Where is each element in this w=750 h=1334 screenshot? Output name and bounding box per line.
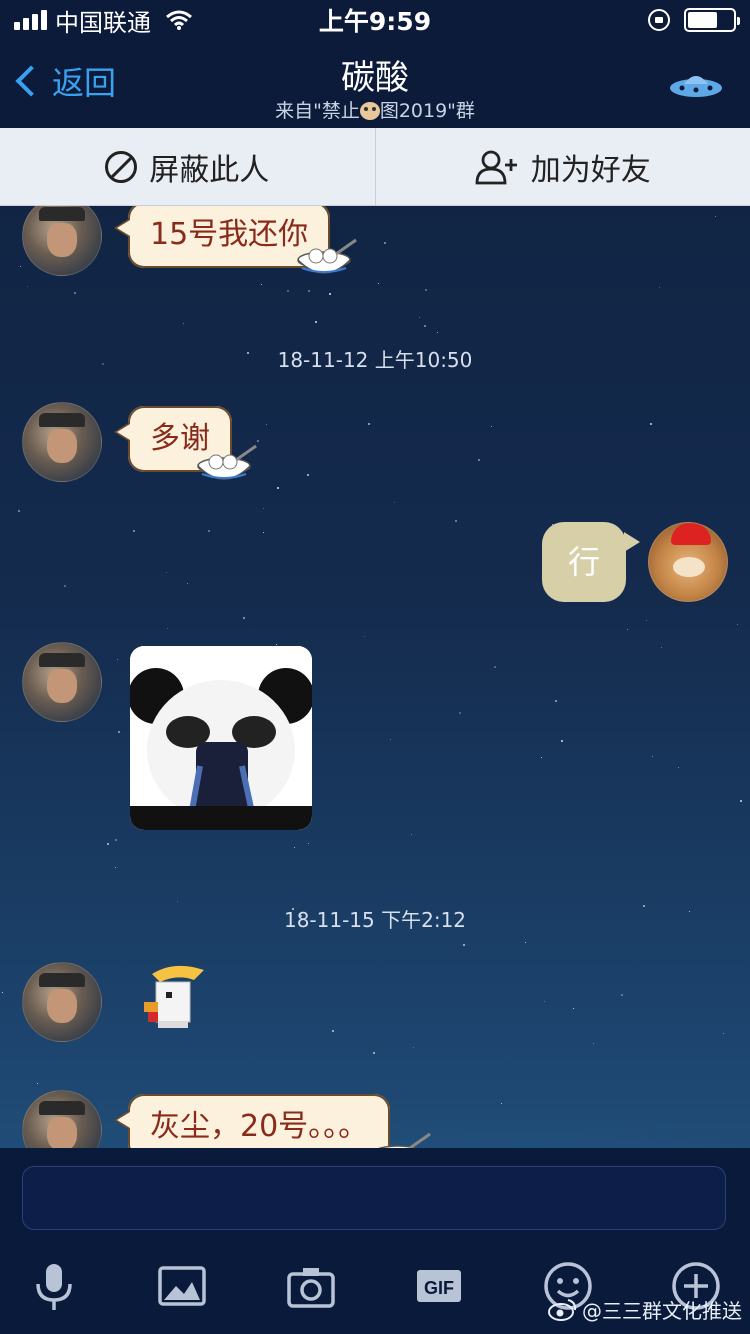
watermark-text: @三三群文化推送 [582, 1299, 742, 1323]
input-area: GIF @三三群文化推送 [0, 1148, 750, 1334]
message-bubble[interactable]: 灰尘，20号。。。 [113, 1094, 391, 1148]
watermark: @三三群文化推送 [548, 1295, 742, 1324]
chat-subtitle: 来自"禁止 图2019"群 [0, 96, 750, 123]
add-friend-label: 加为好友 [530, 152, 651, 188]
svg-text:GIF: GIF [424, 1278, 454, 1298]
panda-face-icon [130, 646, 312, 830]
block-user-button[interactable]: 屏蔽此人 [0, 128, 375, 205]
subtitle-suffix: 图2019"群 [379, 100, 475, 122]
action-bar: 屏蔽此人 加为好友 [0, 128, 750, 206]
camera-icon[interactable] [283, 1258, 339, 1314]
add-friend-button[interactable]: 加为好友 [374, 128, 750, 205]
rotation-lock-icon [648, 9, 670, 31]
panda-sticker[interactable] [130, 646, 312, 830]
gif-icon[interactable]: GIF [411, 1258, 467, 1314]
timestamp: 18-11-12 上午10:50 [277, 348, 473, 372]
weibo-icon [548, 1298, 577, 1321]
bowl-sticker-icon [378, 1132, 431, 1148]
dog-emoji-icon [359, 102, 380, 120]
wifi-icon [166, 10, 192, 30]
subtitle-prefix: 来自"禁止 [275, 100, 360, 122]
battery-fill [688, 12, 717, 28]
sender-avatar[interactable] [22, 402, 102, 482]
bowl-sticker-icon [197, 444, 257, 480]
add-friend-icon [475, 150, 517, 184]
sender-avatar[interactable] [22, 642, 102, 722]
my-message-bubble[interactable]: 行 [542, 522, 640, 602]
image-icon[interactable] [154, 1258, 210, 1314]
signal-icon [14, 10, 47, 30]
carrier-name: 中国联通 [55, 8, 151, 37]
chat-area[interactable]: 15号我还你 18-11-12 上午10:50 多谢 行 18-11-15 下午… [0, 206, 750, 1148]
ufo-icon[interactable] [668, 66, 724, 100]
status-bar: 中国联通 上午9:59 [0, 0, 750, 40]
sender-avatar[interactable] [22, 206, 102, 276]
block-label: 屏蔽此人 [149, 152, 270, 188]
battery-icon [684, 8, 740, 32]
nav-bar: 返回 碳酸 来自"禁止 图2019"群 [0, 40, 750, 128]
message-input[interactable] [22, 1166, 726, 1230]
sender-avatar[interactable] [22, 962, 102, 1042]
chicken-sticker-icon[interactable] [138, 964, 208, 1034]
chat-title: 碳酸 [341, 58, 409, 98]
timestamp: 18-11-15 下午2:12 [283, 908, 467, 932]
bowl-sticker-icon [297, 238, 357, 274]
my-avatar[interactable] [648, 522, 728, 602]
block-icon [105, 150, 138, 183]
microphone-icon[interactable] [26, 1258, 82, 1314]
sender-avatar[interactable] [22, 1090, 102, 1148]
